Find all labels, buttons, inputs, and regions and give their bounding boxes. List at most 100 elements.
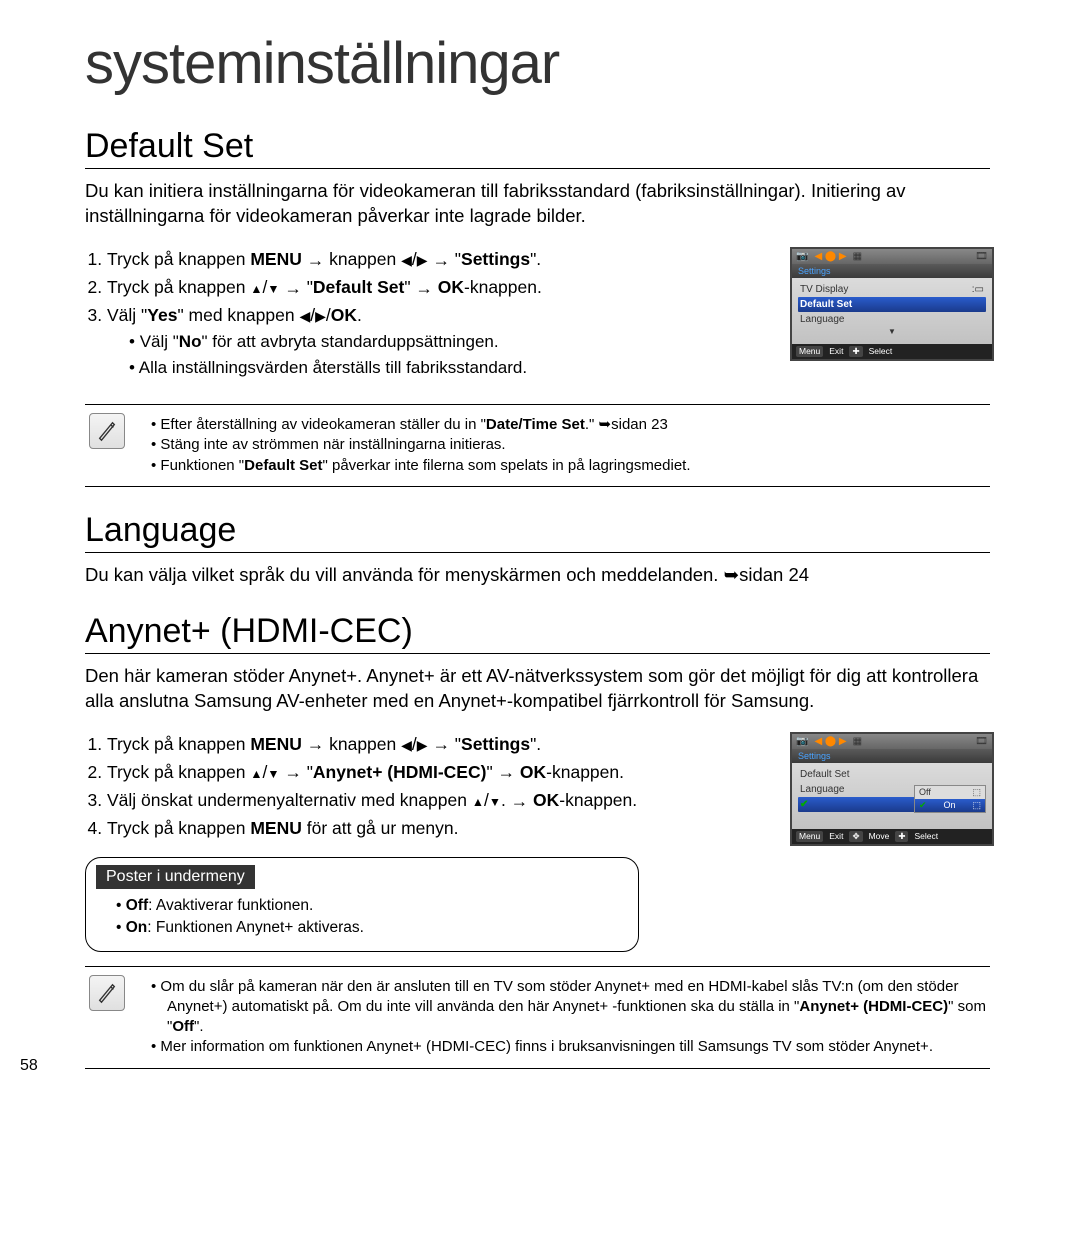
arrow-right-icon [498, 762, 516, 782]
check-icon [800, 799, 808, 810]
note-item: Stäng inte av strömmen när inställningar… [151, 435, 691, 455]
lcd-item-selected: Default Set [798, 297, 986, 312]
arrow-right-icon [432, 734, 450, 754]
step-3: Välj önskat undermenyalternativ med knap… [107, 788, 772, 814]
note-item: Efter återställning av videokameran stäl… [151, 415, 691, 435]
plus-icon: ✚ [849, 346, 862, 357]
submenu-item: On: Funktionen Anynet+ aktiveras. [116, 917, 622, 939]
arrow-right-icon [511, 790, 529, 810]
step-3-sub-1: Välj "No" för att avbryta standarduppsät… [129, 330, 772, 354]
default-set-lcd-col: 📷 ◀ ⬤ ▶ ▦ 🎞 Settings TV Display:▭ Defaul… [790, 247, 990, 361]
triangle-left-icon [401, 249, 412, 269]
note-body: Efter återställning av videokameran stäl… [135, 413, 691, 476]
lcd-anynet: 📷 ◀ ⬤ ▶ ▦ 🎞 Settings Default Set Languag… [790, 732, 994, 846]
triangle-up-icon [250, 277, 262, 297]
check-icon [919, 800, 927, 811]
triangle-down-icon [267, 762, 279, 782]
triangle-left-icon [299, 305, 310, 325]
triangle-right-icon [417, 734, 428, 754]
step-3-sub-2: Alla inställningsvärden återställs till … [129, 356, 772, 380]
lcd-tabs: 📷 ◀ ⬤ ▶ ▦ 🎞 [792, 249, 992, 264]
language-body: Du kan välja vilket språk du vill använd… [85, 563, 990, 588]
reference-arrow-icon [599, 416, 612, 433]
move-icon: ✥ [849, 831, 862, 842]
default-set-steps-col: Tryck på knappen MENU knappen / "Setting… [85, 247, 772, 390]
note-icon [89, 413, 125, 449]
step-2: Tryck på knappen / "Anynet+ (HDMI-CEC)" … [107, 760, 772, 786]
lcd-submenu: Off⬚ On⬚ [914, 785, 986, 813]
step-2: Tryck på knappen / "Default Set" OK-knap… [107, 275, 772, 301]
arrow-right-icon [307, 734, 325, 754]
triangle-up-icon [250, 762, 262, 782]
triangle-right-icon [315, 305, 326, 325]
note-item: Mer information om funktionen Anynet+ (H… [151, 1037, 986, 1057]
lcd-body: Default Set Language⬚ Anynet+ (H Off⬚ On… [792, 763, 992, 829]
triangle-down-icon: ▼ [798, 327, 986, 336]
arrow-right-icon [284, 277, 302, 297]
arrow-right-icon [284, 762, 302, 782]
dot-icon: ◀ ⬤ ▶ [814, 251, 846, 262]
anynet-steps-col: Tryck på knappen MENU knappen / "Setting… [85, 732, 772, 952]
lcd-item: Default Set [798, 767, 986, 782]
plus-icon: ✚ [895, 831, 908, 842]
lcd-bottom: MenuExit ✥Move ✚Select [792, 829, 992, 844]
grid-icon: ▦ [853, 251, 862, 262]
note-item: Om du slår på kameran när den är anslute… [151, 977, 986, 1038]
heading-anynet: Anynet+ (HDMI-CEC) [85, 612, 990, 654]
manual-page: systeminställningar Default Set Du kan i… [0, 0, 1080, 1099]
menu-badge: Menu [796, 831, 823, 842]
default-set-intro: Du kan initiera inställningarna för vide… [85, 179, 990, 229]
step-4: Tryck på knappen MENU för att gå ur meny… [107, 816, 772, 841]
lcd-tabs: 📷 ◀ ⬤ ▶ ▦ 🎞 [792, 734, 992, 749]
heading-default-set: Default Set [85, 127, 990, 169]
lcd-title: Settings [792, 264, 992, 278]
lcd-default-set: 📷 ◀ ⬤ ▶ ▦ 🎞 Settings TV Display:▭ Defaul… [790, 247, 994, 361]
toggle-icon: :▭ [972, 284, 984, 295]
note-body: Om du slår på kameran när den är anslute… [135, 975, 986, 1058]
anynet-note: Om du slår på kameran när den är anslute… [85, 966, 990, 1069]
submenu-label: Poster i undermeny [96, 865, 255, 889]
triangle-right-icon [417, 249, 428, 269]
anynet-icon: ⬚ [972, 800, 981, 811]
submenu-item: Off: Avaktiverar funktionen. [116, 895, 622, 917]
step-3-sub: Välj "No" för att avbryta standarduppsät… [107, 330, 772, 380]
triangle-down-icon [489, 790, 501, 810]
anynet-steps: Tryck på knappen MENU knappen / "Setting… [85, 732, 772, 842]
anynet-intro: Den här kameran stöder Anynet+. Anynet+ … [85, 664, 990, 714]
anynet-row: Tryck på knappen MENU knappen / "Setting… [85, 732, 990, 952]
step-1: Tryck på knappen MENU knappen / "Setting… [107, 732, 772, 758]
film-icon: 🎞 [975, 251, 988, 262]
arrow-right-icon [432, 249, 450, 269]
anynet-lcd-col: 📷 ◀ ⬤ ▶ ▦ 🎞 Settings Default Set Languag… [790, 732, 990, 846]
step-3: Välj "Yes" med knappen //OK. Välj "No" f… [107, 303, 772, 380]
anynet-icon: ⬚ [972, 787, 981, 798]
lcd-title: Settings [792, 749, 992, 763]
note-icon [89, 975, 125, 1011]
submenu-box: Poster i undermeny Off: Avaktiverar funk… [85, 857, 639, 951]
lcd-bottom: MenuExit ✚Select [792, 344, 992, 359]
grid-icon: ▦ [853, 736, 862, 747]
menu-badge: Menu [796, 346, 823, 357]
lcd-item: TV Display:▭ [798, 282, 986, 297]
step-1: Tryck på knappen MENU knappen / "Setting… [107, 247, 772, 273]
camera-icon: 📷 [796, 251, 808, 262]
arrow-right-icon [415, 277, 433, 297]
film-icon: 🎞 [975, 736, 988, 747]
page-title: systeminställningar [85, 30, 990, 97]
triangle-up-icon [472, 790, 484, 810]
default-set-steps: Tryck på knappen MENU knappen / "Setting… [85, 247, 772, 380]
lcd-item: Language [798, 312, 986, 327]
arrow-right-icon [307, 249, 325, 269]
note-item: Funktionen "Default Set" påverkar inte f… [151, 456, 691, 476]
camera-icon: 📷 [796, 736, 808, 747]
dot-icon: ◀ ⬤ ▶ [814, 736, 846, 747]
triangle-left-icon [401, 734, 412, 754]
default-set-note: Efter återställning av videokameran stäl… [85, 404, 990, 487]
heading-language: Language [85, 511, 990, 553]
triangle-down-icon [267, 277, 279, 297]
default-set-row: Tryck på knappen MENU knappen / "Setting… [85, 247, 990, 390]
lcd-body: TV Display:▭ Default Set Language ▼ [792, 278, 992, 344]
reference-arrow-icon [724, 564, 740, 585]
page-number: 58 [20, 1057, 38, 1075]
lcd-sub-off: Off⬚ [915, 786, 985, 799]
